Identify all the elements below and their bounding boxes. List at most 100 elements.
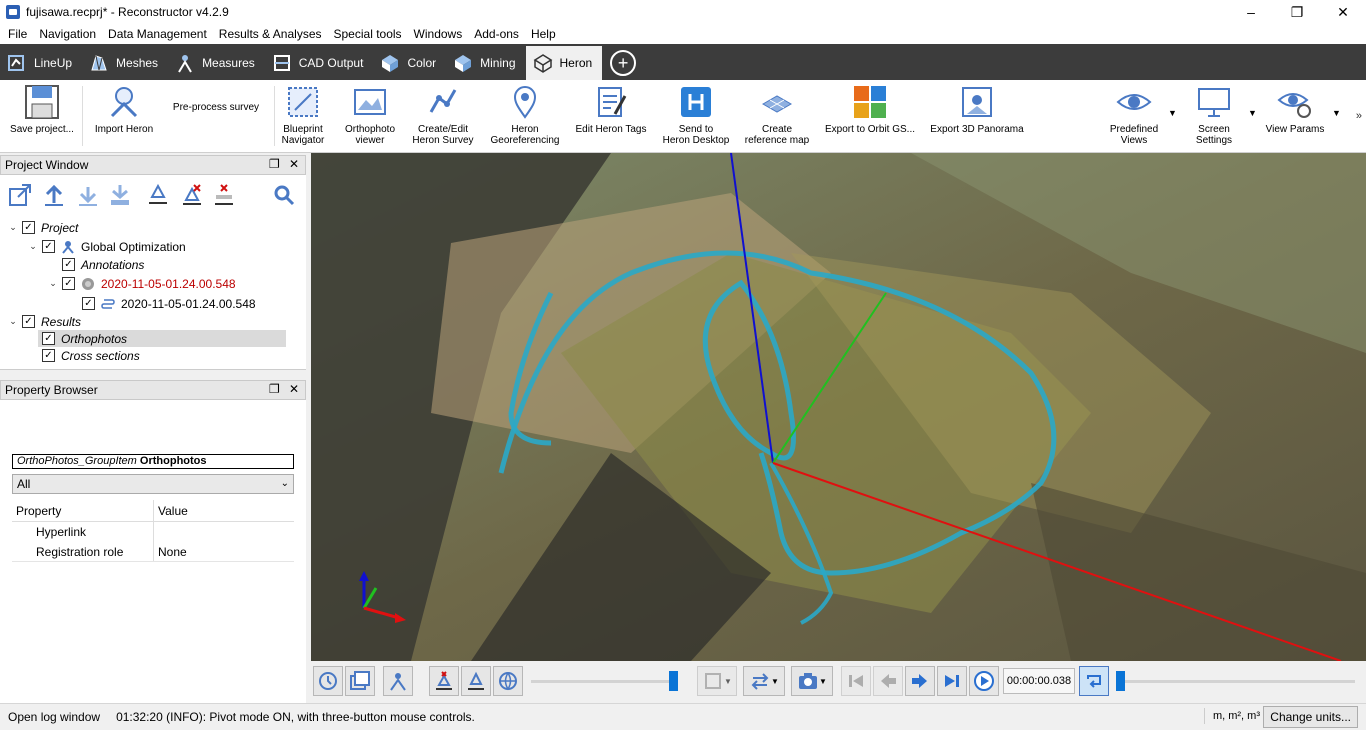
remove-all-scans-icon[interactable] [212,183,236,207]
skip-to-start-button[interactable] [841,666,871,696]
tree-item-results[interactable]: ⌄ ✓ Results [8,313,81,330]
tree-item-project[interactable]: ⌄ ✓ Project [8,219,78,236]
minimize-button[interactable]: – [1228,0,1274,24]
globe-button[interactable] [493,666,523,696]
tab-meshes[interactable]: Meshes [82,46,168,80]
tree-item-orthophotos[interactable]: ✓ Orthophotos [38,330,286,347]
reset-view-button[interactable] [313,666,343,696]
download-icon[interactable] [76,183,100,207]
tab-measures[interactable]: Measures [168,46,265,80]
timeline-slider-track[interactable] [1125,680,1355,683]
table-row[interactable]: Registration role None [12,542,294,562]
close-panel-icon[interactable]: ✕ [289,382,299,396]
ribbon-overflow-button[interactable]: » [1356,110,1362,122]
menu-data-management[interactable]: Data Management [102,27,213,41]
create-reference-map-button[interactable]: Create reference map [740,84,814,146]
skip-to-end-button[interactable] [937,666,967,696]
tab-color[interactable]: Color [373,46,446,80]
menu-special-tools[interactable]: Special tools [328,27,408,41]
create-edit-heron-survey-button[interactable]: Create/Edit Heron Survey [406,84,480,146]
loop-toggle-button[interactable] [1079,666,1109,696]
tab-lineup[interactable]: LineUp [0,46,82,80]
property-value[interactable]: None [154,545,187,559]
change-units-button[interactable]: Change units... [1263,706,1358,728]
float-panel-icon[interactable]: ❐ [269,157,280,171]
predefined-views-button[interactable]: Predefined Views [1102,84,1166,146]
screenshot-button[interactable]: ▼ [791,666,833,696]
tab-heron[interactable]: Heron [525,46,603,80]
heron-georeferencing-button[interactable]: Heron Georeferencing [484,84,566,146]
screen-settings-button[interactable]: Screen Settings [1186,84,1242,146]
view-params-button[interactable]: View Params [1262,84,1328,135]
download-all-icon[interactable] [108,183,132,207]
orthophoto-viewer-button[interactable]: Orthophoto viewer [338,84,402,146]
checkbox[interactable]: ✓ [62,258,75,271]
scan-position-icon[interactable] [146,183,170,207]
view-params-dropdown-icon[interactable]: ▼ [1332,108,1341,118]
group-item-field[interactable]: OrthoPhotos_GroupItem Orthophotos [12,454,294,469]
menu-file[interactable]: File [2,27,33,41]
speed-slider-track[interactable] [531,680,677,683]
menu-results-analyses[interactable]: Results & Analyses [213,27,328,41]
tree-item-annotations[interactable]: ✓ Annotations [58,256,144,273]
checkbox[interactable]: ✓ [22,221,35,234]
window-layout-button[interactable] [345,666,375,696]
maximize-button[interactable]: ❐ [1274,0,1320,24]
checkbox[interactable]: ✓ [22,315,35,328]
arrow-right-icon [912,674,927,688]
checkbox[interactable]: ✓ [42,332,55,345]
collapse-icon[interactable]: ⌄ [48,278,58,289]
upload-icon[interactable] [42,183,66,207]
collapse-icon[interactable]: ⌄ [8,222,18,233]
float-panel-icon[interactable]: ❐ [269,382,280,396]
tab-mining[interactable]: Mining [446,46,525,80]
checkbox[interactable]: ✓ [42,240,55,253]
search-icon[interactable] [272,183,296,207]
menu-add-ons[interactable]: Add-ons [468,27,525,41]
checkbox[interactable]: ✓ [62,277,75,290]
import-heron-button[interactable]: Import Heron [90,84,158,135]
property-name: Hyperlink [12,522,154,542]
preprocess-survey-button[interactable]: Pre-process survey [162,102,270,113]
step-forward-button[interactable] [905,666,935,696]
play-button[interactable] [969,666,999,696]
collapse-icon[interactable]: ⌄ [8,316,18,327]
timeline-slider-handle[interactable] [1116,671,1125,691]
menu-windows[interactable]: Windows [408,27,469,41]
remove-scan-icon[interactable] [180,183,204,207]
screen-settings-dropdown-icon[interactable]: ▼ [1248,108,1257,118]
3d-viewport[interactable] [311,153,1366,661]
scan-position-button[interactable] [461,666,491,696]
tree-item-global-optimization[interactable]: ⌄ ✓ Global Optimization [28,238,186,255]
pivot-mode-button[interactable] [383,666,413,696]
blueprint-navigator-button[interactable]: Blueprint Navigator [278,84,328,146]
tab-cad-output[interactable]: CAD Output [265,46,374,80]
collapse-icon[interactable]: ⌄ [28,241,38,252]
scan-remove-button[interactable] [429,666,459,696]
frame-select-button[interactable]: ▼ [697,666,737,696]
tree-item-scan[interactable]: ✓ 2020-11-05-01.24.00.548 [78,295,256,312]
send-to-heron-desktop-button[interactable]: Send to Heron Desktop [656,84,736,146]
property-filter-select[interactable]: All ⌄ [12,474,294,494]
save-project-button[interactable]: Save project... [8,84,76,135]
step-back-button[interactable] [873,666,903,696]
table-row[interactable]: Hyperlink [12,522,294,542]
tree-item-scan-group[interactable]: ⌄ ✓ 2020-11-05-01.24.00.548 [48,275,235,292]
close-panel-icon[interactable]: ✕ [289,157,299,171]
menu-navigation[interactable]: Navigation [33,27,102,41]
edit-heron-tags-button[interactable]: Edit Heron Tags [570,84,652,135]
export-icon[interactable] [8,183,32,207]
menu-help[interactable]: Help [525,27,562,41]
export-to-orbit-button[interactable]: Export to Orbit GS... [820,84,920,135]
loop-mode-button[interactable]: ▼ [743,666,785,696]
add-tab-button[interactable]: + [610,50,637,76]
open-log-window-button[interactable]: Open log window [8,710,100,724]
predefined-views-dropdown-icon[interactable]: ▼ [1168,108,1177,118]
send-to-desktop-icon [681,87,711,117]
export-3d-panorama-button[interactable]: Export 3D Panorama [926,84,1028,135]
tree-item-cross-sections[interactable]: ✓ Cross sections [38,347,140,364]
checkbox[interactable]: ✓ [82,297,95,310]
speed-slider-handle[interactable] [669,671,678,691]
checkbox[interactable]: ✓ [42,349,55,362]
close-window-button[interactable]: ✕ [1320,0,1366,24]
